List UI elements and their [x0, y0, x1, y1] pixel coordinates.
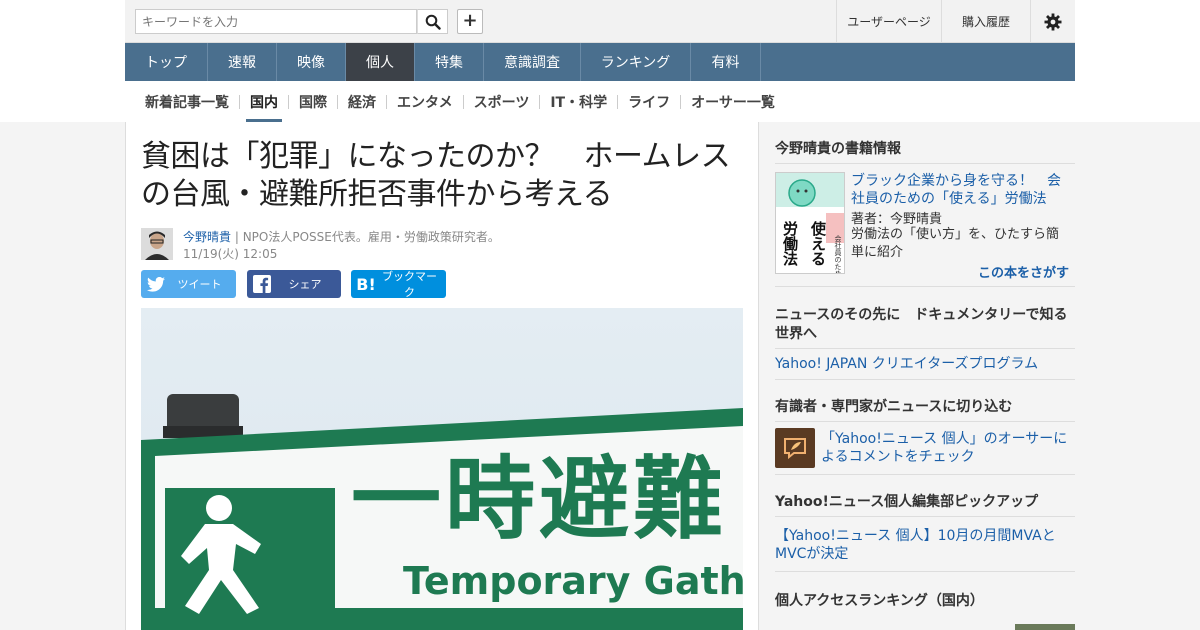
- add-button[interactable]: +: [457, 9, 483, 34]
- divider: [775, 348, 1075, 349]
- divider: [775, 571, 1075, 572]
- author-name-link[interactable]: 今野晴貴: [183, 230, 231, 244]
- svg-text:使える: 使える: [809, 220, 827, 266]
- divider: [775, 421, 1075, 422]
- purchase-history-link[interactable]: 購入履歴: [941, 0, 1030, 43]
- book-cover[interactable]: 会社員のための 使える 労働法: [775, 172, 845, 274]
- author-photo: [141, 228, 173, 260]
- sign-english-text: Temporary Gathe: [403, 559, 743, 603]
- search-icon: [425, 14, 441, 30]
- user-page-link[interactable]: ユーザーページ: [836, 0, 941, 43]
- tweet-button[interactable]: ツイート: [141, 270, 236, 298]
- subnav-life[interactable]: ライフ: [618, 81, 680, 122]
- find-book-link[interactable]: この本をさがす: [978, 262, 1069, 281]
- subnav-it-science[interactable]: IT・科学: [540, 81, 617, 122]
- nav-paid[interactable]: 有料: [691, 43, 761, 81]
- svg-text:労働法: 労働法: [781, 220, 799, 267]
- divider: [775, 163, 1075, 164]
- settings-button[interactable]: [1030, 0, 1075, 43]
- svg-text:会社員のための: 会社員のための: [834, 234, 842, 274]
- sidebar: 今野晴貴の書籍情報 会社員のための 使える 労働法 ブラック企業から身を守る！ …: [759, 122, 1075, 630]
- subnav-domestic[interactable]: 国内: [240, 81, 288, 122]
- subnav-latest[interactable]: 新着記事一覧: [135, 81, 239, 122]
- search-button[interactable]: [417, 9, 448, 34]
- main-nav: トップ 速報 映像 個人 特集 意識調査 ランキング 有料: [125, 43, 1075, 81]
- bookmark-label: ブックマーク: [382, 270, 437, 299]
- comment-feather-icon[interactable]: [775, 428, 815, 468]
- search-bar: + ユーザーページ 購入履歴: [125, 0, 1075, 43]
- divider: [775, 516, 1075, 517]
- hatena-bookmark-button[interactable]: B! ブックマーク: [351, 270, 446, 299]
- book-cover-art: 会社員のための 使える 労働法: [776, 173, 844, 274]
- article-title: 貧困は「犯罪」になったのか？ ホームレスの台風・避難所拒否事件から考える: [141, 139, 731, 212]
- nav-survey[interactable]: 意識調査: [484, 43, 581, 81]
- byline: 今野晴貴 | NPO法人POSSE代表。雇用・労働政策研究者。: [183, 228, 500, 245]
- divider: [775, 474, 1075, 475]
- search-input[interactable]: [135, 9, 417, 34]
- author-avatar[interactable]: [141, 228, 173, 260]
- subnav-authors[interactable]: オーサー一覧: [681, 81, 785, 122]
- books-heading: 今野晴貴の書籍情報: [775, 141, 901, 157]
- oser-comment-link[interactable]: 「Yahoo!ニュース 個人」のオーサーによるコメントをチェック: [821, 430, 1069, 466]
- twitter-bird-icon: [147, 276, 165, 292]
- subnav-entertainment[interactable]: エンタメ: [387, 81, 463, 122]
- nav-top[interactable]: トップ: [125, 43, 208, 81]
- tweet-label: ツイート: [177, 278, 222, 291]
- facebook-icon: [253, 275, 271, 293]
- hatena-b-icon: B!: [356, 274, 376, 294]
- article-photo: 一時避難 Temporary Gathe: [141, 308, 743, 630]
- book-description: 労働法の「使い方」を、ひたすら簡単に紹介: [851, 227, 1060, 260]
- nav-feature[interactable]: 特集: [415, 43, 484, 81]
- pickup-article-link[interactable]: 【Yahoo!ニュース 個人】10月の月間MVAとMVCが決定: [775, 527, 1065, 563]
- divider: [775, 286, 1075, 287]
- facebook-share-button[interactable]: シェア: [247, 270, 341, 298]
- book-author: 著者：今野晴貴: [851, 212, 943, 227]
- article: 貧困は「犯罪」になったのか？ ホームレスの台風・避難所拒否事件から考える 今野晴…: [125, 122, 759, 630]
- book-title-link[interactable]: ブラック企業から身を守る！ 会社員のための「使える」労働法: [851, 172, 1066, 208]
- publish-date: 11/19(火) 12:05: [183, 247, 278, 261]
- creators-program-link[interactable]: Yahoo! JAPAN クリエイターズプログラム: [775, 355, 1038, 373]
- nav-individual[interactable]: 個人: [346, 43, 415, 81]
- sign-japanese-text: 一時避難: [351, 447, 727, 552]
- ranking-heading: 個人アクセスランキング（国内）: [775, 593, 984, 609]
- author-description: | NPO法人POSSE代表。雇用・労働政策研究者。: [234, 230, 500, 244]
- divider: [775, 379, 1075, 380]
- evacuation-sign-image: 一時避難 Temporary Gathe: [141, 308, 743, 630]
- ranking-thumbnail[interactable]: [1015, 624, 1075, 630]
- nav-breaking[interactable]: 速報: [208, 43, 277, 81]
- nav-ranking[interactable]: ランキング: [581, 43, 691, 81]
- experts-heading: 有識者・専門家がニュースに切り込む: [775, 399, 1013, 415]
- documentary-heading: ニュースのその先に ドキュメンタリーで知る世界へ: [775, 307, 1068, 342]
- gear-icon: [1044, 13, 1062, 30]
- nav-video[interactable]: 映像: [277, 43, 346, 81]
- category-nav: 新着記事一覧 国内 国際 経済 エンタメ スポーツ IT・科学 ライフ オーサー…: [135, 81, 785, 122]
- pickup-heading: Yahoo!ニュース個人編集部ピックアップ: [775, 494, 1039, 510]
- subnav-sports[interactable]: スポーツ: [464, 81, 540, 122]
- share-label: シェア: [288, 278, 322, 291]
- user-links: ユーザーページ 購入履歴: [836, 0, 1075, 43]
- subnav-international[interactable]: 国際: [289, 81, 337, 122]
- subnav-economy[interactable]: 経済: [338, 81, 386, 122]
